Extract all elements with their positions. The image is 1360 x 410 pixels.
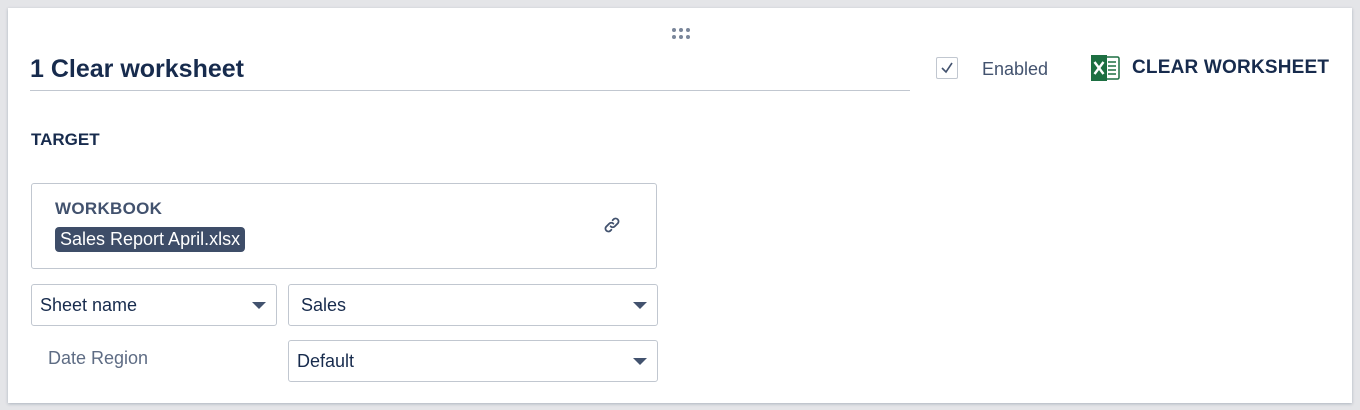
clear-worksheet-label: CLEAR WORKSHEET	[1132, 57, 1330, 78]
workbook-field[interactable]: WORKBOOK Sales Report April.xlsx	[31, 183, 657, 269]
date-region-label: Date Region	[48, 348, 149, 368]
chevron-down-icon	[633, 302, 647, 309]
target-section-label: TARGET	[31, 130, 100, 149]
excel-icon	[1091, 55, 1120, 81]
workbook-label: WORKBOOK	[55, 199, 163, 218]
sheet-mode-select[interactable]: Sheet name	[31, 284, 277, 326]
date-region-value: Default	[297, 351, 355, 371]
clear-worksheet-action[interactable]: CLEAR WORKSHEET	[1090, 53, 1329, 83]
date-region-select[interactable]: Default	[288, 340, 658, 382]
sheet-name-select[interactable]: Sales	[288, 284, 658, 326]
drag-handle-icon[interactable]	[672, 28, 694, 42]
workbook-value-chip[interactable]: Sales Report April.xlsx	[55, 227, 246, 252]
chevron-down-icon	[252, 302, 266, 309]
sheet-mode-value: Sheet name	[40, 295, 138, 315]
chevron-down-icon	[633, 358, 647, 365]
sheet-name-value: Sales	[301, 295, 347, 315]
enabled-checkbox[interactable]	[936, 57, 958, 79]
enabled-label: Enabled	[982, 59, 1049, 79]
step-title[interactable]: 1 Clear worksheet	[30, 52, 910, 91]
step-card: 1 Clear worksheet Enabled CLEAR WORKSHEE…	[8, 8, 1352, 403]
check-icon	[941, 62, 953, 74]
link-icon[interactable]	[601, 214, 623, 236]
